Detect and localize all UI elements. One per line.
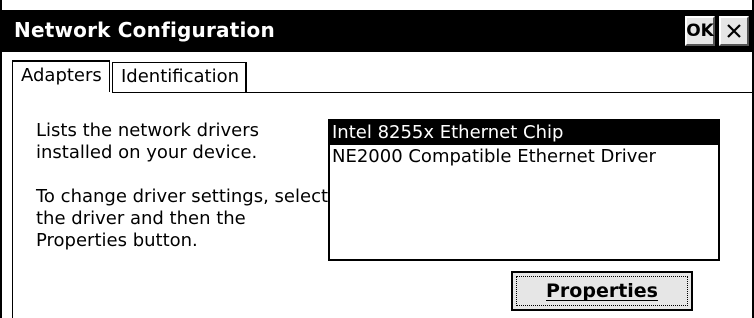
close-icon (726, 23, 742, 39)
close-button[interactable] (719, 16, 749, 46)
list-item-ne2000-driver[interactable]: NE2000 Compatible Ethernet Driver (330, 145, 718, 169)
description-line-2: To change driver settings, select the dr… (36, 186, 329, 251)
tab-strip: Adapters Identification (12, 60, 752, 92)
description-text: Lists the network drivers installed on y… (36, 120, 336, 274)
tab-adapters[interactable]: Adapters (12, 60, 110, 92)
description-line-1: Lists the network drivers installed on y… (36, 120, 259, 163)
tab-identification[interactable]: Identification (112, 62, 247, 92)
properties-button-label: Properties (516, 276, 688, 306)
list-item-intel-driver[interactable]: Intel 8255x Ethernet Chip (330, 121, 718, 145)
tab-panel-edge (12, 92, 13, 318)
window-title: Network Configuration (14, 18, 275, 42)
tab-divider (112, 92, 752, 93)
properties-label-text: Properties (546, 280, 658, 302)
title-bar: Network Configuration OK (2, 10, 752, 52)
network-configuration-window: Network Configuration OK Adapters Identi… (0, 0, 754, 318)
driver-list[interactable]: Intel 8255x Ethernet Chip NE2000 Compati… (328, 119, 720, 261)
ok-button[interactable]: OK (685, 16, 715, 46)
properties-button[interactable]: Properties (511, 271, 693, 311)
